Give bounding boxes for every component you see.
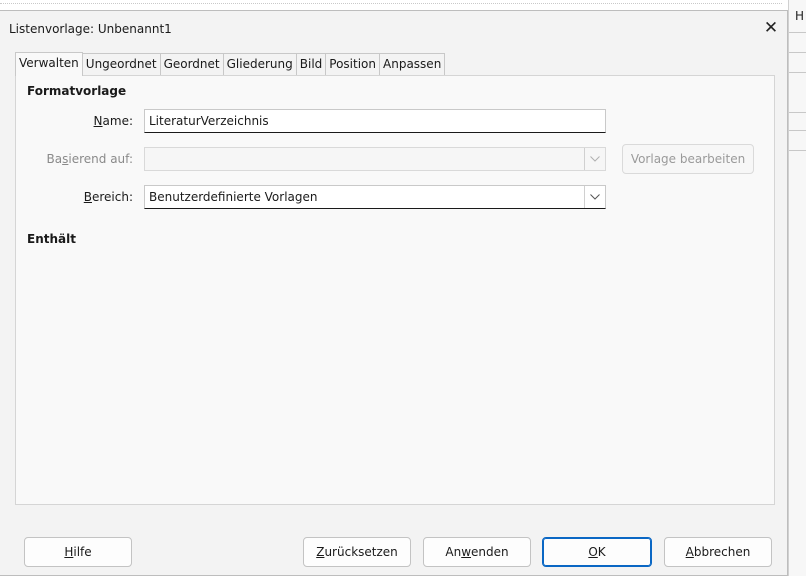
- edit-style-button[interactable]: Vorlage bearbeiten: [622, 144, 754, 174]
- based-on-dropdown[interactable]: [144, 147, 606, 171]
- dialog-title: Listenvorlage: Unbenannt1: [9, 22, 172, 36]
- name-label: Name:: [93, 114, 133, 128]
- title-bar: Listenvorlage: Unbenannt1 ✕: [0, 11, 787, 46]
- tab-bild[interactable]: Bild: [295, 53, 327, 75]
- help-button[interactable]: Hilfe: [24, 537, 132, 567]
- background-window-strip: [0, 0, 806, 10]
- cancel-button[interactable]: Abbrechen: [664, 537, 772, 567]
- area-value: Benutzerdefinierte Vorlagen: [149, 190, 318, 204]
- tab-verwalten[interactable]: Verwalten: [15, 52, 83, 76]
- tab-ungeordnet[interactable]: Ungeordnet: [81, 53, 161, 75]
- section-heading-enthaelt: Enthält: [27, 232, 76, 246]
- area-label: Bereich:: [83, 190, 133, 204]
- tab-gliederung[interactable]: Gliederung: [222, 53, 297, 75]
- name-field[interactable]: LiteraturVerzeichnis: [144, 109, 606, 133]
- apply-button[interactable]: Anwenden: [423, 537, 531, 567]
- tab-anpassen[interactable]: Anpassen: [379, 53, 446, 75]
- background-side-panel: H: [788, 0, 806, 576]
- tab-panel-verwalten: Formatvorlage Name: LiteraturVerzeichnis…: [15, 75, 775, 505]
- close-icon[interactable]: ✕: [760, 17, 782, 39]
- tab-bar: Verwalten Ungeordnet Geordnet Gliederung…: [15, 52, 446, 76]
- based-on-label: Basierend auf:: [46, 152, 133, 166]
- area-dropdown[interactable]: Benutzerdefinierte Vorlagen: [144, 185, 606, 209]
- ok-button[interactable]: OK: [542, 537, 652, 567]
- chevron-down-icon: [584, 186, 605, 208]
- tab-geordnet[interactable]: Geordnet: [159, 53, 224, 75]
- reset-button[interactable]: Zurücksetzen: [303, 537, 411, 567]
- list-style-dialog: Listenvorlage: Unbenannt1 ✕ Verwalten Un…: [0, 10, 788, 576]
- background-panel-letter: H: [795, 9, 805, 23]
- chevron-down-icon: [584, 148, 605, 170]
- section-heading-formatvorlage: Formatvorlage: [27, 84, 127, 98]
- tab-position[interactable]: Position: [325, 53, 381, 75]
